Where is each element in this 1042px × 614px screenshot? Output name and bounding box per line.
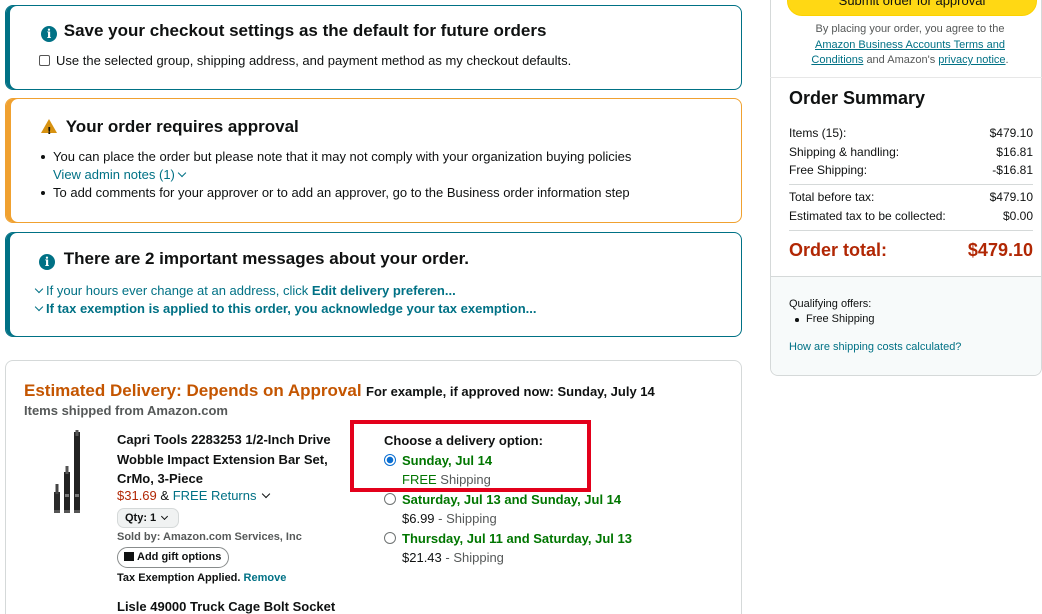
- divider: [770, 77, 1042, 78]
- delivery-heading: Estimated Delivery: Depends on Approval: [24, 381, 362, 400]
- shipped-from: Items shipped from Amazon.com: [24, 403, 228, 418]
- approval-list: You can place the order but please note …: [37, 148, 727, 202]
- list-item: You can place the order but please note …: [37, 148, 727, 184]
- remove-tax-exemption-link[interactable]: Remove: [244, 572, 287, 584]
- gift-icon: [124, 552, 134, 561]
- product-title[interactable]: Capri Tools 2283253 1/2-Inch Drive Wobbl…: [117, 430, 331, 489]
- delivery-option-radio[interactable]: [384, 492, 396, 505]
- delivery-option-2[interactable]: Saturday, Jul 13 and Sunday, Jul 14: [384, 490, 632, 510]
- message-item-hours[interactable]: If your hours ever change at an address,…: [34, 282, 456, 300]
- quantity-select[interactable]: Qty: 1: [117, 508, 179, 528]
- order-total-row: Order total: $479.10: [789, 240, 1033, 260]
- save-defaults-checkbox-row[interactable]: Use the selected group, shipping address…: [39, 52, 571, 70]
- message-item-tax-exemption[interactable]: If tax exemption is applied to this orde…: [34, 300, 537, 318]
- chevron-down-icon: [34, 284, 44, 294]
- delivery-option-radio[interactable]: [384, 531, 396, 544]
- save-defaults-checkbox[interactable]: [39, 55, 50, 66]
- summary-row-total-before-tax: Total before tax: $479.10: [789, 190, 1033, 204]
- delivery-header: Estimated Delivery: Depends on Approval …: [24, 381, 655, 401]
- approval-warning-box: Your order requires approval You can pla…: [5, 98, 742, 223]
- summary-row-estimated-tax: Estimated tax to be collected: $0.00: [789, 208, 1033, 223]
- delivery-example: For example, if approved now: Sunday, Ju…: [366, 384, 655, 399]
- agreement-text: By placing your order, you agree to the …: [811, 23, 1009, 66]
- approval-title: Your order requires approval: [65, 117, 299, 136]
- chevron-down-icon: [161, 512, 169, 521]
- list-item: To add comments for your approver or to …: [37, 184, 727, 202]
- summary-rows-group-1: Items (15): $479.10 Shipping & handling: $…: [789, 124, 1033, 180]
- summary-row-items: Items (15): $479.10: [789, 126, 1033, 140]
- free-returns-link[interactable]: FREE Returns: [173, 488, 271, 503]
- chevron-down-icon: [177, 168, 186, 178]
- info-icon: i: [39, 254, 55, 270]
- summary-rows-group-2: Total before tax: $479.10 Estimated tax t…: [789, 188, 1033, 225]
- next-product-title[interactable]: Lisle 49000 Truck Cage Bolt Socket: [117, 599, 335, 614]
- price-row: $31.69 & FREE Returns: [117, 488, 271, 503]
- shipping-costs-link[interactable]: How are shipping costs calculated?: [789, 341, 961, 353]
- summary-row-free-shipping: Free Shipping: -$16.81: [789, 163, 1033, 177]
- important-messages-box: i There are 2 important messages about y…: [5, 232, 742, 337]
- tax-exemption-row: Tax Exemption Applied. Remove: [117, 572, 287, 584]
- view-admin-notes-link[interactable]: View admin notes (1): [53, 167, 186, 182]
- divider: [789, 230, 1033, 231]
- warning-icon: [41, 119, 57, 143]
- save-defaults-box: i Save your checkout settings as the def…: [5, 5, 742, 90]
- info-icon: i: [41, 26, 57, 42]
- privacy-notice-link[interactable]: privacy notice: [938, 54, 1005, 66]
- delivery-option-3[interactable]: Thursday, Jul 11 and Saturday, Jul 13: [384, 529, 632, 549]
- chevron-down-icon: [261, 489, 271, 499]
- messages-title: There are 2 important messages about you…: [63, 249, 470, 268]
- save-defaults-title: Save your checkout settings as the defau…: [63, 21, 547, 40]
- chevron-down-icon: [34, 302, 44, 312]
- divider: [789, 184, 1033, 185]
- order-summary-title: Order Summary: [789, 88, 926, 108]
- gift-options-button[interactable]: Add gift options: [117, 547, 230, 568]
- selected-option-highlight: [350, 420, 591, 492]
- summary-row-shipping: Shipping & handling: $16.81: [789, 144, 1033, 159]
- submit-order-button[interactable]: Submit order for approval: [787, 0, 1037, 16]
- product-image[interactable]: [50, 430, 84, 520]
- product-price: $31.69: [117, 488, 157, 503]
- sold-by: Sold by: Amazon.com Services, Inc: [117, 531, 302, 543]
- qualifying-offers: Qualifying offers: Free Shipping: [789, 298, 875, 325]
